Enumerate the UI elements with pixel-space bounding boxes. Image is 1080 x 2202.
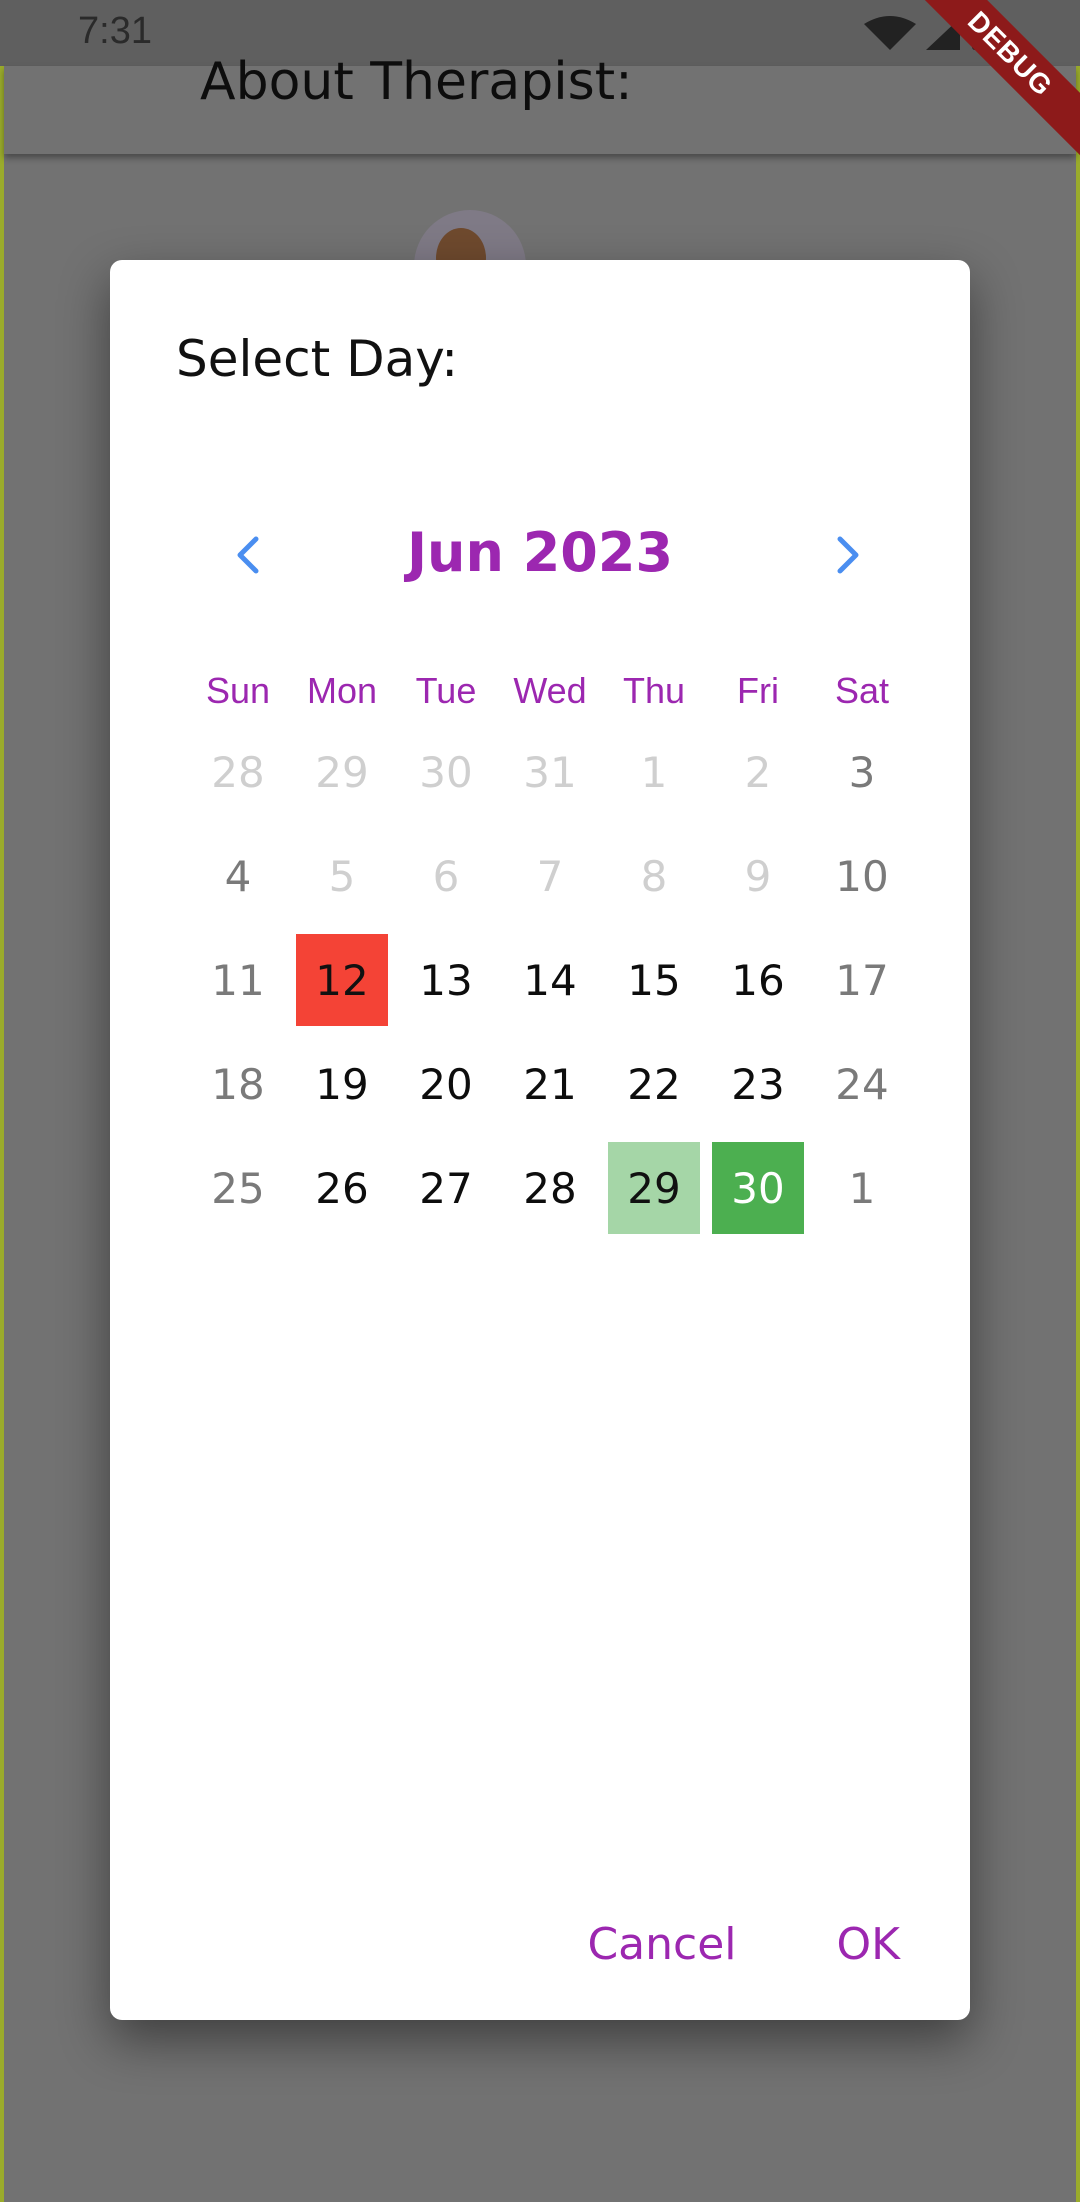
calendar-day-cell[interactable]: 17	[810, 928, 914, 1032]
date-picker-dialog: Select Day: Jun 2023 Sun Mon Tue Wed Thu Fri S…	[110, 260, 970, 2020]
calendar-week-row: 4 5 6 7 8 9 10	[186, 824, 914, 928]
calendar-day-cell[interactable]: 23	[706, 1032, 810, 1136]
calendar-day-cell: 28	[186, 720, 290, 824]
calendar-day-label: 18	[211, 1059, 265, 1109]
calendar-day-cell[interactable]: 25	[186, 1136, 290, 1240]
calendar-day-label: 30	[419, 747, 473, 797]
calendar-day-cell[interactable]: 22	[602, 1032, 706, 1136]
calendar-day-label: 10	[835, 851, 889, 901]
calendar-day-cell[interactable]: 21	[498, 1032, 602, 1136]
calendar-day-label: 29	[315, 747, 369, 797]
calendar-day-cell[interactable]: 3	[810, 720, 914, 824]
calendar-week-row: 18 19 20 21 22 23 24	[186, 1032, 914, 1136]
calendar-day-label: 6	[432, 851, 460, 901]
calendar-grid: 28 29 30 31 1 2 3 4 5 6 7 8 9 10 11 12 13 14 15 16 17 18 19 20 2…	[186, 720, 914, 1240]
dialog-actions: Cancel OK	[587, 1919, 900, 1970]
calendar-day-cell[interactable]: 19	[290, 1032, 394, 1136]
calendar-day-label: 17	[835, 955, 889, 1005]
calendar-day-label: 30	[712, 1142, 804, 1234]
calendar-day-cell: 30	[394, 720, 498, 824]
calendar-day-cell: 2	[706, 720, 810, 824]
calendar-day-label: 22	[627, 1059, 681, 1109]
calendar-day-cell[interactable]: 18	[186, 1032, 290, 1136]
calendar-day-cell[interactable]: 30	[706, 1136, 810, 1240]
cancel-button[interactable]: Cancel	[587, 1919, 736, 1970]
calendar-day-cell[interactable]: 26	[290, 1136, 394, 1240]
calendar-week-row: 11 12 13 14 15 16 17	[186, 928, 914, 1032]
calendar-day-label: 3	[848, 747, 876, 797]
calendar-day-cell[interactable]: 11	[186, 928, 290, 1032]
calendar-day-label: 23	[731, 1059, 785, 1109]
calendar-day-label: 21	[523, 1059, 577, 1109]
calendar-day-label: 14	[523, 955, 577, 1005]
calendar-day-cell[interactable]: 27	[394, 1136, 498, 1240]
calendar-day-cell[interactable]: 12	[290, 928, 394, 1032]
calendar-day-label: 28	[211, 747, 265, 797]
calendar-day-label: 25	[211, 1163, 265, 1213]
calendar-day-label: 31	[523, 747, 577, 797]
calendar-day-label: 12	[296, 934, 388, 1026]
calendar-day-cell[interactable]: 29	[602, 1136, 706, 1240]
calendar-day-label: 4	[224, 851, 252, 901]
calendar-day-label: 5	[328, 851, 356, 901]
calendar-day-label: 8	[640, 851, 668, 901]
calendar-day-cell: 6	[394, 824, 498, 928]
calendar-day-cell[interactable]: 14	[498, 928, 602, 1032]
calendar-week-row: 28 29 30 31 1 2 3	[186, 720, 914, 824]
calendar-day-label: 29	[608, 1142, 700, 1234]
calendar-day-label: 20	[419, 1059, 473, 1109]
calendar-day-label: 24	[835, 1059, 889, 1109]
calendar-day-label: 19	[315, 1059, 369, 1109]
calendar-day-cell: 8	[602, 824, 706, 928]
ok-button[interactable]: OK	[837, 1919, 901, 1970]
calendar-day-cell[interactable]: 4	[186, 824, 290, 928]
dialog-title: Select Day:	[176, 330, 459, 388]
calendar-day-cell[interactable]: 1	[810, 1136, 914, 1240]
calendar-day-label: 9	[744, 851, 772, 901]
calendar-day-label: 26	[315, 1163, 369, 1213]
calendar-day-cell: 5	[290, 824, 394, 928]
calendar-day-cell: 29	[290, 720, 394, 824]
calendar-day-label: 13	[419, 955, 473, 1005]
calendar-day-label: 15	[627, 955, 681, 1005]
calendar-day-cell[interactable]: 24	[810, 1032, 914, 1136]
chevron-left-icon[interactable]	[220, 525, 280, 585]
calendar-day-cell: 7	[498, 824, 602, 928]
calendar-day-label: 27	[419, 1163, 473, 1213]
calendar-day-cell[interactable]: 20	[394, 1032, 498, 1136]
calendar-day-cell[interactable]: 28	[498, 1136, 602, 1240]
calendar-day-cell[interactable]: 13	[394, 928, 498, 1032]
calendar-day-label: 28	[523, 1163, 577, 1213]
calendar-header: Jun 2023	[110, 515, 970, 595]
calendar-week-row: 25 26 27 28 29 30 1	[186, 1136, 914, 1240]
calendar-day-cell[interactable]: 10	[810, 824, 914, 928]
calendar-day-cell: 1	[602, 720, 706, 824]
calendar-day-label: 1	[640, 747, 668, 797]
chevron-right-icon[interactable]	[816, 525, 876, 585]
calendar-day-cell: 31	[498, 720, 602, 824]
calendar-day-cell[interactable]: 15	[602, 928, 706, 1032]
calendar-day-label: 11	[211, 955, 265, 1005]
calendar-day-label: 2	[744, 747, 772, 797]
calendar-day-label: 7	[536, 851, 564, 901]
calendar-day-cell: 9	[706, 824, 810, 928]
calendar-day-cell[interactable]: 16	[706, 928, 810, 1032]
calendar-day-label: 1	[848, 1163, 876, 1213]
calendar-day-label: 16	[731, 955, 785, 1005]
